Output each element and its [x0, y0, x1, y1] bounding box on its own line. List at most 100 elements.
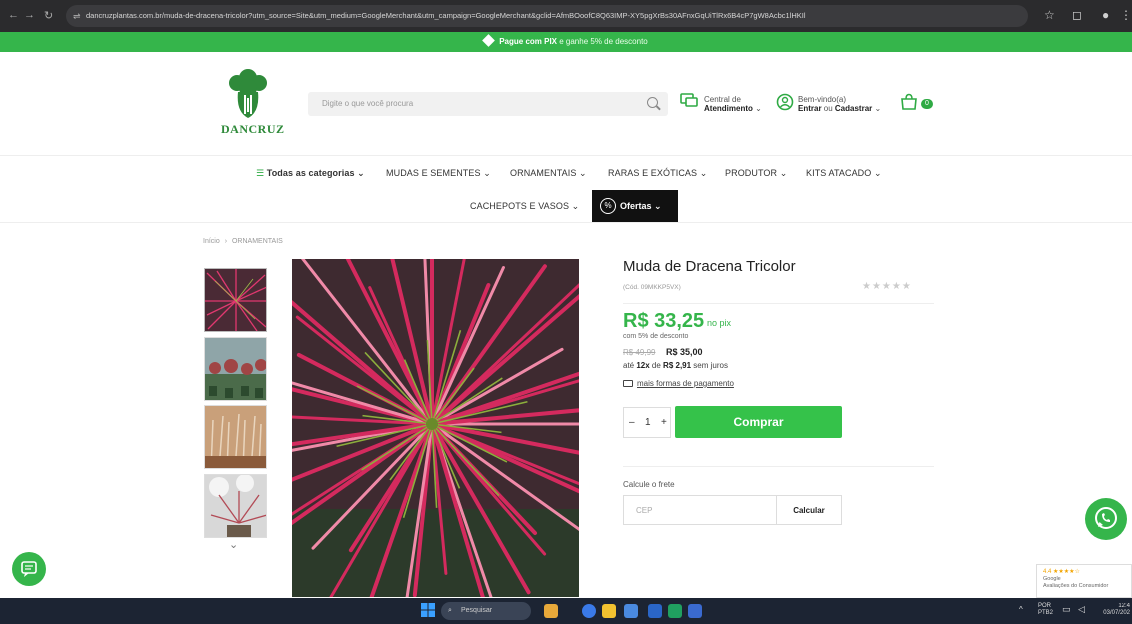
widgets-icon[interactable]	[544, 604, 558, 618]
cep-input[interactable]: CEP	[623, 495, 777, 525]
installments: até 12x de R$ 2,91 sem juros	[623, 361, 728, 370]
reviews-stars: 4.4 ★★★★☆	[1043, 569, 1080, 575]
logo[interactable]: DANCRUZ	[216, 62, 284, 142]
lang-line1: POR	[1038, 603, 1052, 609]
product-sku: (Cód. 09MKKP5VX)	[623, 284, 681, 291]
nav-ornamentais[interactable]: ORNAMENTAIS ⌄	[510, 168, 587, 179]
search-placeholder: Digite o que você procura	[322, 99, 414, 108]
product-title: Muda de Dracena Tricolor	[623, 258, 796, 275]
chevron-down-icon[interactable]: ⌄	[229, 538, 238, 551]
product-thumbnail[interactable]	[204, 337, 267, 401]
promo-bold: Pague com PIX	[499, 37, 558, 46]
nav-label: MUDAS E SEMENTES	[386, 168, 481, 178]
qty-value[interactable]: 1	[645, 417, 651, 428]
windows-start-icon[interactable]	[421, 603, 435, 617]
support-link[interactable]: Central de Atendimento ⌄	[704, 95, 762, 113]
reviews-label: Avaliações do Consumidor	[1043, 583, 1109, 589]
buy-button[interactable]: Comprar	[675, 406, 842, 438]
promo-bar: Pague com PIX e ganhe 5% de desconto	[0, 32, 1132, 52]
install-value: R$ 2,91	[663, 361, 692, 370]
account-link[interactable]: Bem-vindo(a) Entrar ou Cadastrar ⌄	[798, 95, 881, 113]
search-icon[interactable]	[647, 97, 658, 108]
nav-label: PRODUTOR	[725, 168, 778, 178]
rating-stars[interactable]: ★★★★★	[862, 281, 912, 292]
google-reviews-badge[interactable]: 4.4 ★★★★☆ Google Avaliações do Consumido…	[1036, 564, 1132, 598]
nav-all-categories[interactable]: ☰ Todas as categorias ⌄	[256, 168, 365, 179]
breadcrumb-sep: ›	[224, 238, 228, 245]
install-count: 12x	[636, 361, 650, 370]
profile-icon[interactable]: ●	[1102, 8, 1109, 22]
menu-icon[interactable]: ⋮	[1120, 8, 1132, 22]
divider	[623, 303, 934, 304]
breadcrumb-current[interactable]: ORNAMENTAIS	[232, 238, 283, 245]
logo-text: DANCRUZ	[221, 122, 285, 136]
breadcrumb: Início › ORNAMENTAIS	[203, 238, 283, 245]
nav-raras-exoticas[interactable]: RARAS E EXÓTICAS ⌄	[608, 168, 707, 179]
credit-card-icon	[623, 380, 633, 387]
nav-produtor[interactable]: PRODUTOR ⌄	[725, 168, 787, 179]
nav-offers[interactable]: % Ofertas ⌄	[592, 190, 678, 222]
network-icon[interactable]: ▭	[1062, 605, 1071, 614]
product-thumbnail[interactable]	[204, 405, 267, 469]
word-icon[interactable]	[688, 604, 702, 618]
language-indicator[interactable]: POR PTB2	[1038, 603, 1053, 617]
file-explorer-icon[interactable]	[602, 604, 616, 618]
tree-logo-icon	[229, 69, 267, 118]
discount-icon: %	[600, 198, 616, 214]
more-payment-label: mais formas de pagamento	[637, 379, 734, 388]
outlook-icon[interactable]	[648, 604, 662, 618]
qty-minus-button[interactable]: –	[629, 417, 635, 428]
site-info-icon[interactable]: ⇌	[73, 5, 81, 27]
reviews-brand: Google	[1043, 576, 1061, 582]
user-icon[interactable]	[776, 93, 794, 116]
cart-icon[interactable]	[899, 93, 919, 116]
chrome-browser-icon[interactable]	[582, 604, 596, 618]
cart-count-badge: 0	[921, 99, 933, 109]
pix-price: R$ 33,25	[623, 310, 705, 332]
nav-cachepots-vasos[interactable]: CACHEPOTS E VASOS ⌄	[470, 201, 579, 212]
nav-label: KITS ATACADO	[806, 168, 872, 178]
nav-kits-atacado[interactable]: KITS ATACADO ⌄	[806, 168, 882, 179]
more-payment-link[interactable]: mais formas de pagamento	[623, 379, 734, 388]
quantity-stepper[interactable]: – 1 +	[623, 407, 671, 438]
store-icon[interactable]	[624, 604, 638, 618]
bookmark-star-icon[interactable]: ☆	[1044, 8, 1055, 22]
divider	[0, 155, 1132, 156]
whatsapp-button[interactable]	[1085, 498, 1127, 540]
qty-plus-button[interactable]: +	[661, 417, 667, 428]
support-line1: Central de	[704, 95, 741, 104]
nav-label: ORNAMENTAIS	[510, 168, 577, 178]
nav-offers-label: Ofertas	[620, 201, 652, 211]
tray-chevron-icon[interactable]: ^	[1019, 606, 1023, 614]
product-main-image[interactable]	[292, 259, 579, 597]
old-price: R$ 49,99	[623, 348, 656, 357]
price: R$ 35,00	[666, 347, 703, 357]
excel-icon[interactable]	[668, 604, 682, 618]
reload-icon[interactable]: ↻	[44, 9, 53, 22]
login-link[interactable]: Entrar	[798, 104, 822, 113]
address-bar[interactable]: ⇌ dancruzplantas.com.br/muda-de-dracena-…	[66, 5, 1028, 27]
taskbar-search-label: Pesquisar	[461, 607, 493, 614]
chat-button[interactable]	[12, 552, 46, 586]
support-icon[interactable]	[680, 92, 698, 113]
forward-icon[interactable]: →	[24, 9, 35, 21]
volume-icon[interactable]: ◁	[1078, 605, 1085, 614]
pix-icon	[482, 34, 496, 47]
clock-time: 12:4	[1118, 603, 1130, 609]
nav-mudas-sementes[interactable]: MUDAS E SEMENTES ⌄	[386, 168, 491, 179]
register-link[interactable]: Cadastrar	[835, 104, 872, 113]
nav-label: CACHEPOTS E VASOS	[470, 201, 570, 211]
dracena-photo	[292, 259, 579, 597]
product-thumbnail[interactable]	[204, 268, 267, 332]
taskbar-search[interactable]: ⌕ Pesquisar	[441, 602, 531, 620]
extensions-icon[interactable]: ◻	[1072, 8, 1082, 22]
support-line2: Atendimento	[704, 104, 753, 113]
promo-text: e ganhe 5% de desconto	[557, 37, 648, 46]
account-welcome: Bem-vindo(a)	[798, 95, 847, 104]
search-input[interactable]: Digite o que você procura	[308, 92, 668, 116]
product-thumbnail[interactable]	[204, 474, 267, 538]
calculate-button[interactable]: Calcular	[777, 495, 842, 525]
breadcrumb-home[interactable]: Início	[203, 238, 220, 245]
clock[interactable]: 12:4 03/07/202	[1096, 603, 1130, 617]
back-icon[interactable]: ←	[8, 9, 19, 21]
